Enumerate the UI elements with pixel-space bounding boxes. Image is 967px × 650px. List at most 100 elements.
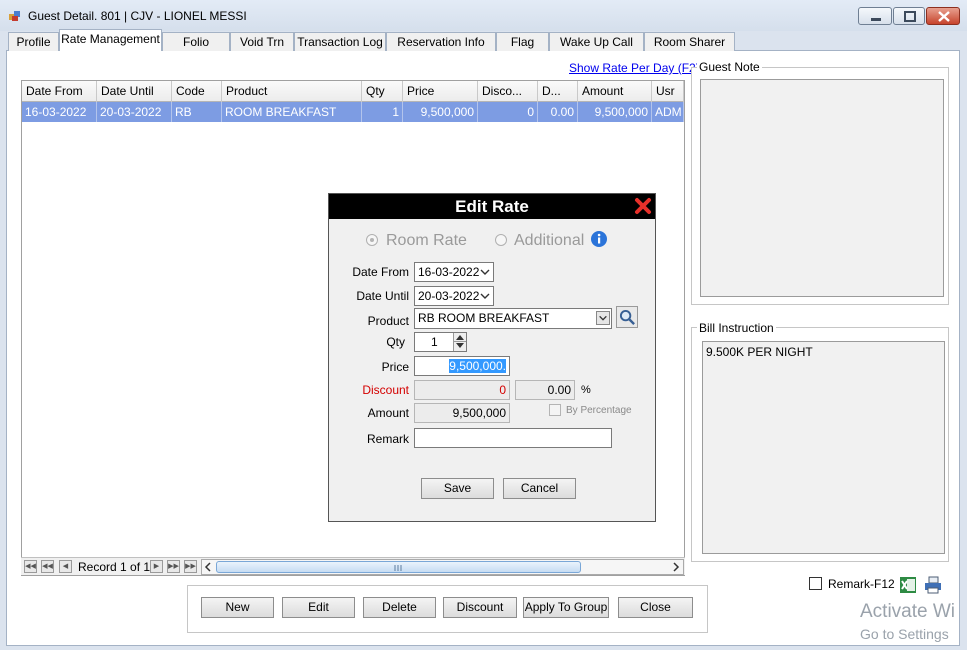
bill-instruction-group: Bill Instruction 9.500K PER NIGHT (691, 321, 949, 562)
horizontal-scrollbar[interactable] (201, 559, 684, 575)
product-search-button[interactable] (616, 306, 638, 328)
maximize-icon (904, 11, 916, 22)
date-until-label: Date Until (356, 289, 409, 303)
by-percentage-checkbox[interactable] (549, 404, 561, 416)
next-page-button[interactable]: ▶▶ (167, 560, 180, 573)
bill-instruction-label: Bill Instruction (697, 321, 776, 335)
tab-transaction-log[interactable]: Transaction Log (294, 32, 386, 51)
column-header-code[interactable]: Code (172, 81, 222, 102)
column-header-amount[interactable]: Amount (578, 81, 652, 102)
column-header-qty[interactable]: Qty (362, 81, 403, 102)
tab-void-trn[interactable]: Void Trn (230, 32, 294, 51)
qty-down-button[interactable] (453, 342, 466, 351)
room-rate-label: Room Rate (386, 232, 467, 249)
column-header-discount[interactable]: Disco... (478, 81, 538, 102)
additional-radio[interactable] (495, 234, 507, 246)
date-until-picker[interactable]: 20-03-2022 (414, 286, 494, 306)
discount-button[interactable]: Discount (443, 597, 517, 618)
close-icon (938, 11, 950, 22)
date-from-value: 16-03-2022 (418, 265, 480, 279)
excel-export-icon[interactable] (898, 575, 918, 595)
product-select[interactable]: RB ROOM BREAKFAST (414, 308, 612, 329)
price-label: Price (381, 360, 409, 374)
apply-to-group-button[interactable]: Apply To Group (523, 597, 609, 618)
product-dropdown-button[interactable] (596, 311, 610, 325)
cell-usr: ADM (652, 102, 684, 122)
edit-button[interactable]: Edit (282, 597, 355, 618)
tab-flag[interactable]: Flag (496, 32, 549, 51)
cell-qty: 1 (362, 102, 403, 122)
amount-label: Amount (367, 406, 409, 420)
cell-amount: 9,500,000 (578, 102, 652, 122)
cell-date-until: 20-03-2022 (97, 102, 172, 122)
chevron-down-icon (480, 269, 490, 275)
column-header-usr[interactable]: Usr (652, 81, 684, 102)
tab-rate-management[interactable]: Rate Management (59, 29, 162, 51)
activation-watermark-subtitle: Go to Settings (860, 626, 949, 642)
qty-label: Qty (386, 335, 405, 349)
chevron-down-icon (456, 343, 464, 348)
remark-f12-label: Remark-F12 (828, 577, 895, 591)
edit-rate-dialog: Edit Rate Room Rate Additional Date From… (328, 193, 656, 522)
maximize-button[interactable] (893, 7, 925, 25)
dialog-close-icon[interactable] (634, 197, 652, 215)
column-header-product[interactable]: Product (222, 81, 362, 102)
last-record-button[interactable]: ▶▶ (184, 560, 197, 573)
price-value: 9,500,000. (449, 359, 506, 373)
cell-discount: 0 (478, 102, 538, 122)
window-close-button[interactable] (926, 7, 960, 25)
guest-note-textarea[interactable] (700, 79, 944, 297)
prev-page-button[interactable]: ◀◀ (41, 560, 54, 573)
remark-f12-checkbox[interactable] (809, 577, 822, 590)
delete-button[interactable]: Delete (363, 597, 436, 618)
qty-stepper[interactable]: 1 (414, 332, 467, 352)
tab-wake-up-call[interactable]: Wake Up Call (549, 32, 644, 51)
qty-value: 1 (431, 335, 438, 349)
printer-icon[interactable] (923, 575, 943, 595)
room-rate-radio[interactable] (366, 234, 378, 246)
grid-header: Date From Date Until Code Product Qty Pr… (22, 81, 684, 102)
cancel-button[interactable]: Cancel (503, 478, 576, 499)
scrollbar-thumb[interactable] (216, 561, 581, 573)
scroll-right-icon[interactable] (671, 561, 681, 573)
tab-profile[interactable]: Profile (8, 32, 59, 51)
discount-amount-input[interactable]: 0 (414, 380, 510, 400)
tab-folio[interactable]: Folio (162, 32, 230, 51)
dialog-title-bar: Edit Rate (329, 194, 655, 219)
prev-record-button[interactable]: ◀ (59, 560, 72, 573)
table-row[interactable]: 16-03-2022 20-03-2022 RB ROOM BREAKFAST … (22, 102, 684, 122)
next-record-button[interactable]: ▶ (150, 560, 163, 573)
discount-percent-input[interactable]: 0.00 (515, 380, 575, 400)
qty-up-button[interactable] (453, 333, 466, 342)
amount-input: 9,500,000 (414, 403, 510, 423)
tab-room-sharer[interactable]: Room Sharer (644, 32, 735, 51)
price-input[interactable]: 9,500,000. (414, 356, 510, 376)
scroll-left-icon[interactable] (203, 561, 213, 573)
by-percentage-label: By Percentage (566, 405, 632, 416)
tab-strip: Profile Rate Management Folio Void Trn T… (0, 29, 967, 51)
bill-instruction-textarea[interactable]: 9.500K PER NIGHT (702, 341, 945, 554)
save-button[interactable]: Save (421, 478, 494, 499)
column-header-date-until[interactable]: Date Until (97, 81, 172, 102)
column-header-date-from[interactable]: Date From (22, 81, 97, 102)
discount-label: Discount (362, 383, 409, 397)
cell-code: RB (172, 102, 222, 122)
remark-input[interactable] (414, 428, 612, 448)
show-rate-per-day-link[interactable]: Show Rate Per Day (F2) (569, 61, 700, 75)
chevron-down-icon (480, 293, 490, 299)
window-title-bar: Guest Detail. 801 | CJV - LIONEL MESSI (0, 0, 967, 31)
percent-sign: % (581, 384, 591, 396)
column-header-price[interactable]: Price (403, 81, 478, 102)
product-label: Product (367, 314, 409, 328)
close-button[interactable]: Close (618, 597, 693, 618)
first-record-button[interactable]: ◀◀ (24, 560, 37, 573)
date-from-picker[interactable]: 16-03-2022 (414, 262, 494, 282)
cell-product: ROOM BREAKFAST (222, 102, 362, 122)
tab-reservation-info[interactable]: Reservation Info (386, 32, 496, 51)
new-button[interactable]: New (201, 597, 274, 618)
search-icon (619, 309, 635, 325)
column-header-discount-pct[interactable]: D... (538, 81, 578, 102)
info-icon[interactable] (590, 230, 608, 248)
minimize-button[interactable] (858, 7, 892, 25)
grip-icon (394, 565, 402, 571)
